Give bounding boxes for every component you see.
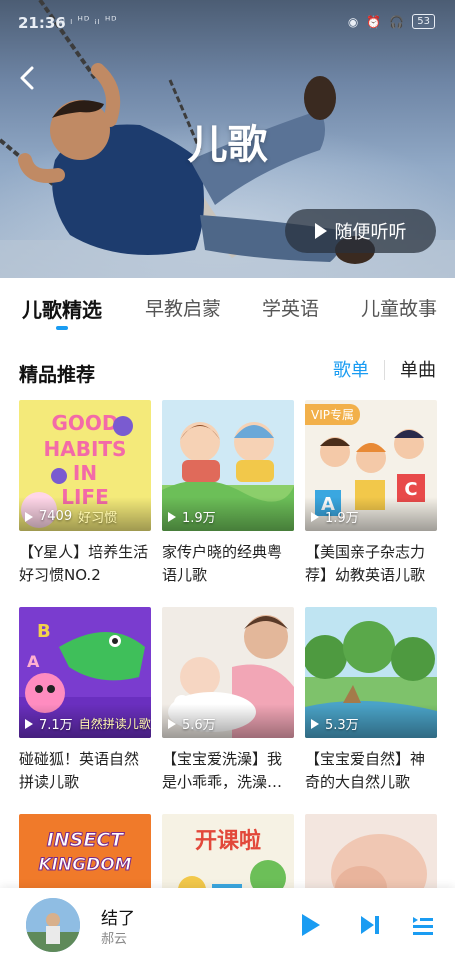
status-bar: 21:36 ᵢₗ ₗ ᴴᴰ ᵢₗ ᴴᴰ ◉ ⏰ 🎧 53 — [0, 0, 455, 44]
play-count-value: 5.6万 — [182, 718, 216, 733]
hero-banner: 21:36 ᵢₗ ₗ ᴴᴰ ᵢₗ ᴴᴰ ◉ ⏰ 🎧 53 儿歌 随便听听 — [0, 0, 455, 278]
playlist-card[interactable]: 5.6万 【宝宝爱洗澡】我是小乖乖，洗澡… — [162, 607, 294, 794]
toggle-divider — [384, 360, 385, 380]
cover-caption: 自然拼读儿歌 — [78, 717, 151, 731]
play-icon — [25, 718, 33, 729]
mini-player[interactable]: 结了 郝云 — [0, 888, 455, 960]
play-count-value: 5.3万 — [325, 718, 359, 733]
playlist-cover: GOOD HABITS IN LIFE 7409 好习惯 — [19, 400, 151, 531]
playlist-card[interactable]: B A 7.1万 自然拼读儿歌 碰碰狐！英语自然拼读儿歌 — [19, 607, 151, 794]
svg-text:INSECT: INSECT — [47, 829, 126, 851]
play-icon — [314, 223, 327, 239]
tab-kids-stories[interactable]: 儿童故事 — [361, 294, 437, 321]
svg-text:开课啦: 开课啦 — [195, 828, 261, 854]
playlist-title: 【美国亲子杂志力荐】幼教英语儿歌 — [305, 543, 426, 584]
play-count-value: 1.9万 — [325, 511, 359, 526]
alarm-icon: ⏰ — [366, 14, 382, 29]
play-count: 5.3万 — [311, 714, 359, 733]
playlist-cover: A C VIP专属 1.9万 — [305, 400, 437, 531]
play-count-value: 1.9万 — [182, 511, 216, 526]
playlist-title: 【Y星人】培养生活好习惯NO.2 — [19, 543, 149, 584]
play-count: 5.6万 — [168, 714, 216, 733]
toggle-playlist[interactable]: 歌单 — [333, 356, 369, 382]
page: 21:36 ᵢₗ ₗ ᴴᴰ ᵢₗ ᴴᴰ ◉ ⏰ 🎧 53 儿歌 随便听听 儿歌精… — [0, 0, 455, 960]
cover-caption: 好习惯 — [78, 511, 118, 526]
status-time: 21:36 — [18, 14, 66, 32]
playlist-queue-icon[interactable] — [412, 912, 434, 938]
svg-text:GOOD: GOOD — [51, 411, 118, 435]
playlist-card[interactable]: 5.3万 【宝宝爱自然】神奇的大自然儿歌 — [305, 607, 437, 794]
play-count: 7409 好习惯 — [25, 507, 117, 526]
svg-text:A: A — [27, 652, 40, 671]
play-count: 1.9万 — [311, 507, 359, 526]
playlist-title: 【宝宝爱洗澡】我是小乖乖，洗澡… — [162, 750, 283, 791]
play-icon — [311, 718, 319, 729]
play-count-value: 7409 — [39, 509, 73, 524]
svg-text:KINGDOM: KINGDOM — [38, 855, 131, 875]
status-icons: ◉ ⏰ 🎧 53 — [348, 14, 435, 29]
section-title: 精品推荐 — [19, 364, 96, 386]
vip-badge: VIP专属 — [305, 404, 360, 425]
playlist-cover: 5.6万 — [162, 607, 294, 738]
playlist-card[interactable]: A C VIP专属 1.9万 【美国亲子杂志力荐】幼教英语儿歌 — [305, 400, 437, 587]
tab-early-education[interactable]: 早教启蒙 — [145, 294, 221, 321]
signal-indicator: ᵢₗ ₗ ᴴᴰ ᵢₗ ᴴᴰ — [60, 14, 118, 27]
random-play-button[interactable]: 随便听听 — [285, 209, 436, 253]
battery-indicator: 53 — [412, 14, 435, 29]
tab-learn-english[interactable]: 学英语 — [262, 294, 319, 321]
playlist-card[interactable]: 1.9万 家传户晓的经典粤语儿歌 — [162, 400, 294, 587]
svg-text:B: B — [37, 621, 51, 642]
play-count: 1.9万 — [168, 507, 216, 526]
album-art-image — [26, 898, 80, 952]
back-button[interactable] — [14, 62, 42, 94]
playlist-title: 家传户晓的经典粤语儿歌 — [162, 543, 283, 584]
active-tab-indicator — [56, 326, 68, 330]
svg-text:HABITS: HABITS — [44, 437, 127, 461]
now-playing-title: 结了 — [101, 909, 135, 929]
play-icon[interactable] — [298, 912, 322, 938]
play-icon — [25, 511, 33, 522]
playlist-title: 碰碰狐！英语自然拼读儿歌 — [19, 750, 140, 791]
play-count: 7.1万 自然拼读儿歌 — [25, 714, 151, 733]
chevron-left-icon — [20, 66, 34, 90]
circle-indicator-icon: ◉ — [347, 14, 359, 29]
playlist-cover: 5.3万 — [305, 607, 437, 738]
page-title: 儿歌 — [187, 122, 268, 168]
now-playing-artist: 郝云 — [101, 932, 128, 947]
headphones-icon: 🎧 — [389, 14, 405, 29]
category-tabs: 儿歌精选 早教启蒙 学英语 儿童故事 — [0, 278, 455, 336]
play-icon — [168, 511, 176, 522]
play-icon — [311, 511, 319, 522]
next-track-icon[interactable] — [358, 912, 382, 938]
playlist-cover: B A 7.1万 自然拼读儿歌 — [19, 607, 151, 738]
toggle-song[interactable]: 单曲 — [400, 356, 436, 382]
play-icon — [168, 718, 176, 729]
tab-featured-songs[interactable]: 儿歌精选 — [22, 294, 102, 323]
svg-text:IN: IN — [73, 461, 97, 485]
random-play-label: 随便听听 — [334, 222, 407, 243]
playlist-cover: 1.9万 — [162, 400, 294, 531]
playlist-title: 【宝宝爱自然】神奇的大自然儿歌 — [305, 750, 426, 791]
playlist-card[interactable]: GOOD HABITS IN LIFE 7409 好习惯 【Y星人】培养生活好习… — [19, 400, 151, 587]
play-count-value: 7.1万 — [39, 718, 73, 733]
now-playing-cover[interactable] — [26, 898, 80, 952]
